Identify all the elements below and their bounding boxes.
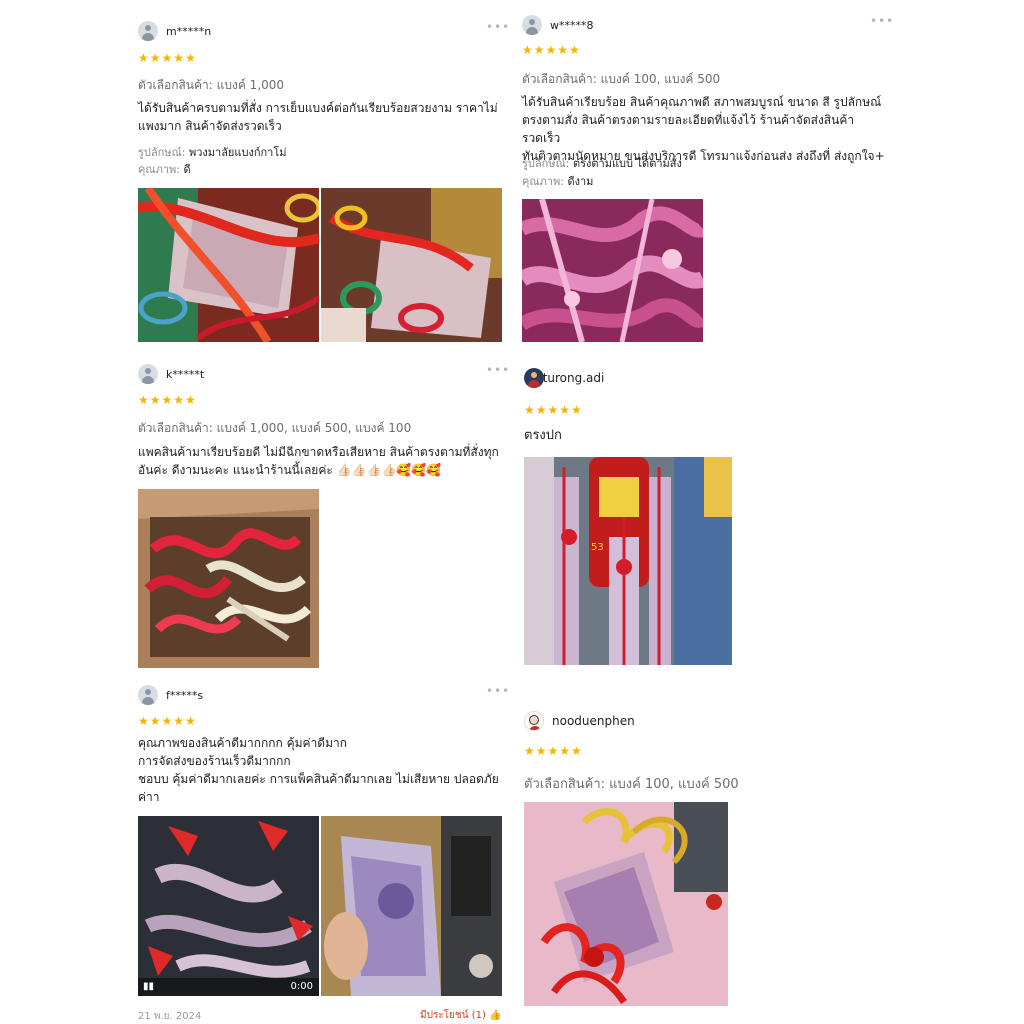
variant-info: ตัวเลือกสินค้า: แบงค์ 1,000, แบงค์ 500, … [138,419,411,438]
review-card: m*****n ••• ★★★★★ ตัวเลือกสินค้า: แบงค์ … [138,20,510,350]
attribute-appearance: รูปลักษณ์: พวงมาลัยแบงก์กาโม่ [138,144,286,161]
more-options-icon[interactable]: ••• [486,363,510,377]
variant-value: แบงค์ 1,000, แบงค์ 500, แบงค์ 100 [216,421,412,435]
rating-stars: ★★★★★ [138,714,197,728]
thumbs-up-icon: 👍 [489,1010,502,1021]
review-text-line: ชอบบ คุ้มค่าดีมากเลยค่ะ การแพ็คสินค้าดีม… [138,772,499,786]
review-photo[interactable] [524,802,728,1006]
rating-stars: ★★★★★ [524,403,583,417]
attribute-label: รูปลักษณ์: [522,157,570,170]
review-photo[interactable] [138,489,319,668]
svg-text:53: 53 [591,542,604,553]
avatar[interactable] [138,364,158,384]
review-card: k*****t ••• ★★★★★ ตัวเลือกสินค้า: แบงค์ … [138,363,510,675]
review-text-line: แพคสินค้ามาเรียบร้อยดี ไม่มีฉีกขาดหรือเส… [138,445,499,459]
review-photo[interactable]: 53 [524,457,732,665]
review-header: k*****t [138,363,508,385]
video-controls: ▮▮ 0:00 [138,978,319,996]
reviewer-name[interactable]: nooduenphen [552,714,635,728]
review-header: m*****n [138,20,508,42]
attribute-value: ดี [183,163,191,176]
review-text: ตรงปก [524,427,894,445]
avatar[interactable] [522,15,542,35]
variant-label: ตัวเลือกสินค้า: [138,421,213,435]
variant-label: ตัวเลือกสินค้า: [138,78,213,92]
variant-info: ตัวเลือกสินค้า: แบงค์ 100, แบงค์ 500 [522,70,720,89]
review-text-line: อันค่ะ ดีงามนะคะ แนะนำร้านนี้เลยค่ะ 👍🏻👍🏻… [138,463,442,477]
review-text: แพคสินค้ามาเรียบร้อยดี ไม่มีฉีกขาดหรือเส… [138,443,508,479]
review-card: nooduenphen ★★★★★ ตัวเลือกสินค้า: แบงค์ … [524,710,894,1024]
review-text-line: ได้รับสินค้าเรียบร้อย สินค้าคุณภาพดี สภา… [522,95,882,109]
rating-stars: ★★★★★ [522,43,581,57]
reviewer-name[interactable]: w*****8 [550,19,594,32]
review-header: w*****8 [522,14,892,36]
review-card: f*****s ••• ★★★★★ คุณภาพของสินค้าดีมากกก… [138,684,510,1024]
reviewer-name[interactable]: k*****t [166,368,204,381]
review-header: nooduenphen [524,710,894,732]
attribute-quality: คุณภาพ: ดี [138,161,191,178]
variant-value: แบงค์ 100, แบงค์ 500 [609,777,739,792]
review-video[interactable]: ▮▮ 0:00 [138,816,319,996]
review-text-line: แพงมาก สินค้าจัดส่งรวดเร็ว [138,119,282,133]
attribute-value: พวงมาลัยแบงก์กาโม่ [188,146,287,159]
attribute-label: รูปลักษณ์: [138,146,186,159]
review-card: jaturong.adi ★★★★★ ตรงปก 53 [524,367,894,677]
more-options-icon[interactable]: ••• [486,20,510,34]
review-photo[interactable] [138,188,319,342]
variant-value: แบงค์ 1,000 [216,78,285,92]
more-options-icon[interactable]: ••• [870,14,894,28]
review-text-line: คุณภาพของสินค้าดีมากกกก คุ้มค่าดีมาก [138,736,348,750]
review-text: ได้รับสินค้าครบตามที่สั่ง การเย็บแบงค์ต่… [138,99,508,135]
review-text-line: ตรงตามสั่ง สินค้าตรงตามรายละเอียดที่แจ้ง… [522,113,855,145]
review-text: คุณภาพของสินค้าดีมากกกก คุ้มค่าดีมาก การ… [138,734,508,806]
review-text-line: การจัดส่งของร้านเร็วดีมากกก [138,754,291,768]
variant-info: ตัวเลือกสินค้า: แบงค์ 100, แบงค์ 500 [524,773,739,794]
attribute-value: ตรงตามแบบ ได้ตามสั่ง [572,157,682,170]
helpful-label: มีประโยชน์ (1) [420,1010,486,1021]
review-photo[interactable] [522,199,703,342]
avatar[interactable] [524,711,544,731]
avatar[interactable] [138,21,158,41]
review-header: jaturong.adi [524,367,894,389]
review-text-line: ตรงปก [524,428,562,443]
review-text-line: ค่าา [138,790,160,804]
variant-info: ตัวเลือกสินค้า: แบงค์ 1,000 [138,76,284,95]
review-header: f*****s [138,684,508,706]
avatar[interactable] [138,685,158,705]
reviewer-name[interactable]: f*****s [166,689,203,702]
review-photo[interactable] [321,188,502,342]
avatar[interactable] [524,368,544,388]
variant-label: ตัวเลือกสินค้า: [524,777,606,792]
attribute-label: คุณภาพ: [138,163,180,176]
attribute-appearance: รูปลักษณ์: ตรงตามแบบ ได้ตามสั่ง [522,155,682,172]
attribute-label: คุณภาพ: [522,175,564,188]
helpful-button[interactable]: มีประโยชน์ (1) 👍 [420,1008,502,1023]
attribute-value: ดีงาม [567,175,594,188]
more-options-icon[interactable]: ••• [486,684,510,698]
attribute-quality: คุณภาพ: ดีงาม [522,173,593,190]
video-duration: 0:00 [290,981,313,992]
review-date: 21 พ.ย. 2024 [138,1011,202,1022]
review-photo[interactable] [321,816,502,996]
review-card: w*****8 ••• ★★★★★ ตัวเลือกสินค้า: แบงค์ … [522,14,894,350]
rating-stars: ★★★★★ [524,744,583,758]
variant-label: ตัวเลือกสินค้า: [522,72,597,86]
reviewer-name[interactable]: m*****n [166,25,211,38]
rating-stars: ★★★★★ [138,393,197,407]
rating-stars: ★★★★★ [138,51,197,65]
review-text-line: ได้รับสินค้าครบตามที่สั่ง การเย็บแบงค์ต่… [138,101,498,115]
variant-value: แบงค์ 100, แบงค์ 500 [600,72,721,86]
video-signal-icon: ▮▮ [143,981,155,992]
